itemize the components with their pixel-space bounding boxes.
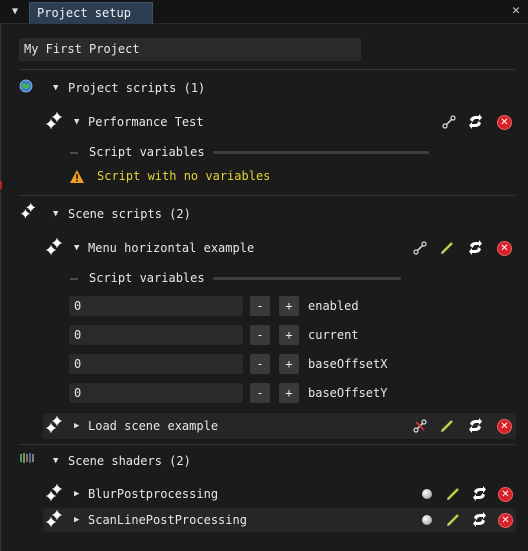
remove-script-button[interactable]: ✕ [497, 241, 512, 256]
separator [19, 69, 515, 70]
variable-value-input[interactable]: 0 [69, 383, 243, 403]
variable-name: current [308, 328, 359, 342]
expand-arrow-icon[interactable]: ▼ [53, 456, 58, 466]
script-name-menu-horizontal[interactable]: Menu horizontal example [88, 241, 254, 255]
reload-icon[interactable] [468, 418, 484, 434]
link-icon[interactable] [413, 241, 429, 257]
edit-pencil-icon[interactable] [446, 513, 462, 529]
divider [213, 151, 429, 154]
variable-value-input[interactable]: 0 [69, 296, 243, 316]
window-border [0, 24, 1, 551]
close-icon[interactable]: ✕ [509, 4, 523, 18]
window-menu-icon[interactable]: ▼ [8, 5, 22, 19]
collapse-arrow-icon[interactable]: ▶ [74, 489, 79, 499]
scene-shaders-header[interactable]: Scene shaders (2) [68, 454, 191, 468]
divider [213, 277, 401, 280]
project-name-input[interactable]: My First Project [19, 38, 361, 61]
decrement-button[interactable]: - [250, 354, 270, 374]
decrement-button[interactable]: - [250, 383, 270, 403]
script-variables-label: Script variables [89, 145, 205, 159]
link-icon[interactable] [442, 115, 458, 131]
script-name-load-scene[interactable]: Load scene example [88, 419, 218, 433]
remove-script-button[interactable]: ✕ [497, 419, 512, 434]
expand-arrow-icon[interactable]: ▼ [53, 83, 58, 93]
script-variables-label: Script variables [89, 271, 205, 285]
shader-name-blur[interactable]: BlurPostprocessing [88, 487, 218, 501]
reload-icon[interactable] [468, 114, 484, 130]
expand-arrow-icon[interactable]: ▼ [74, 117, 79, 127]
increment-button[interactable]: + [279, 325, 299, 345]
variable-name: enabled [308, 299, 359, 313]
separator [19, 195, 515, 196]
tab-label: Project setup [37, 6, 131, 20]
reload-icon[interactable] [468, 240, 484, 256]
edit-pencil-icon[interactable] [440, 419, 456, 435]
separator [19, 444, 515, 445]
gears-icon [21, 203, 37, 219]
increment-button[interactable]: + [279, 354, 299, 374]
increment-button[interactable]: + [279, 383, 299, 403]
divider [70, 278, 78, 280]
scene-scripts-header[interactable]: Scene scripts (2) [68, 207, 191, 221]
tab-project-setup[interactable]: Project setup [29, 2, 153, 24]
status-dot-icon[interactable] [422, 489, 432, 499]
gears-icon [46, 484, 62, 501]
no-variables-warning: Script with no variables [97, 169, 271, 183]
variable-name: baseOffsetX [308, 357, 388, 371]
globe-icon [19, 79, 35, 95]
gears-icon [46, 112, 62, 129]
reload-icon[interactable] [472, 512, 488, 528]
collapse-arrow-icon[interactable]: ▶ [74, 515, 79, 525]
variable-name: baseOffsetY [308, 386, 388, 400]
edit-pencil-icon[interactable] [446, 487, 462, 503]
shader-icon [19, 451, 35, 467]
shader-name-scanline[interactable]: ScanLinePostProcessing [88, 513, 247, 527]
edit-pencil-icon[interactable] [440, 241, 456, 257]
decrement-button[interactable]: - [250, 296, 270, 316]
gears-icon [46, 416, 62, 433]
gears-icon [46, 238, 62, 255]
remove-script-button[interactable]: ✕ [497, 115, 512, 130]
remove-shader-button[interactable]: ✕ [498, 487, 513, 502]
reload-icon[interactable] [472, 486, 488, 502]
decrement-button[interactable]: - [250, 325, 270, 345]
status-dot-icon[interactable] [422, 515, 432, 525]
gears-icon [46, 510, 62, 527]
expand-arrow-icon[interactable]: ▼ [53, 209, 58, 219]
variable-value-input[interactable]: 0 [69, 354, 243, 374]
warning-icon [69, 169, 85, 185]
divider [70, 152, 78, 154]
script-name-performance-test[interactable]: Performance Test [88, 115, 204, 129]
remove-shader-button[interactable]: ✕ [498, 513, 513, 528]
collapse-arrow-icon[interactable]: ▶ [74, 421, 79, 431]
unlink-icon[interactable] [413, 419, 429, 435]
project-scripts-header[interactable]: Project scripts (1) [68, 81, 205, 95]
edge-marker [0, 181, 2, 189]
variable-value-input[interactable]: 0 [69, 325, 243, 345]
expand-arrow-icon[interactable]: ▼ [74, 243, 79, 253]
increment-button[interactable]: + [279, 296, 299, 316]
